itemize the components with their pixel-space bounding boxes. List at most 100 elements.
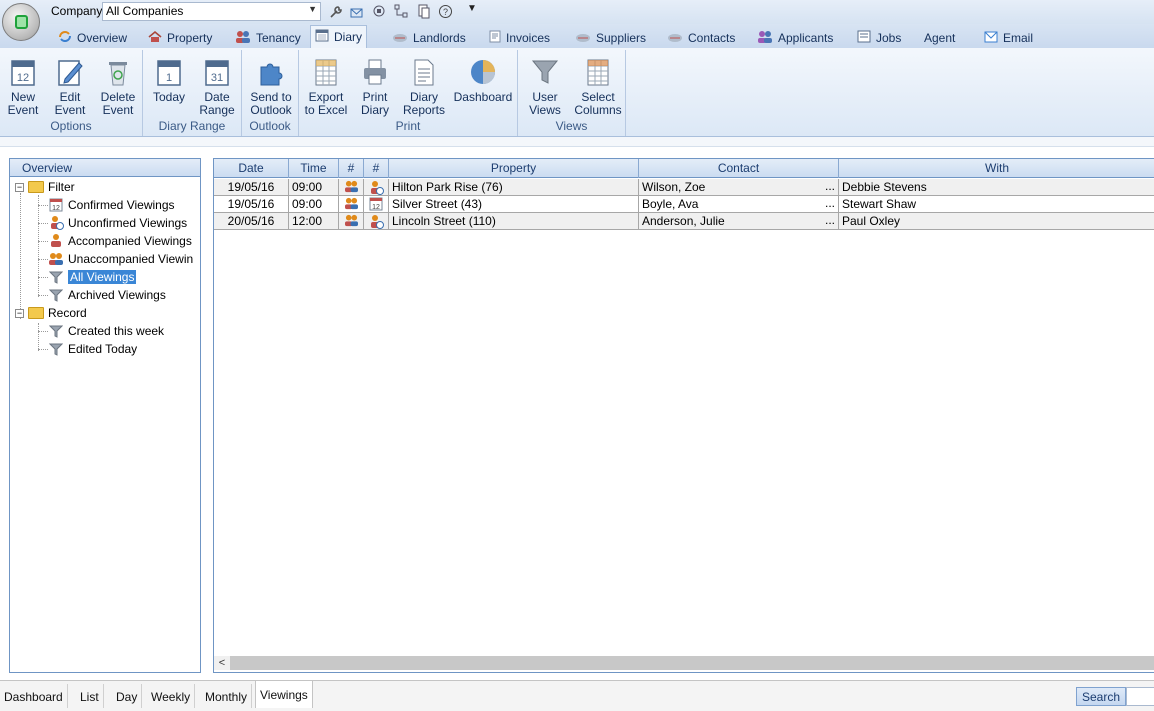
send-to-outlook-button[interactable]: Send to Outlook — [246, 52, 296, 117]
send-to-outlook-label-2: Outlook — [250, 103, 292, 117]
column-header-time[interactable]: Time — [289, 159, 339, 178]
puzzle-icon — [256, 56, 286, 88]
table-row[interactable]: 19/05/16 09:00 Hilton Park Rise (76) Wil… — [214, 179, 1154, 196]
funnel-icon — [48, 269, 64, 284]
cell-time: 09:00 — [289, 179, 339, 196]
tab-invoices[interactable]: Invoices — [485, 27, 554, 48]
tree-item-label: Unconfirmed Viewings — [68, 215, 188, 230]
select-columns-button[interactable]: Select Columns — [572, 52, 624, 117]
tab-jobs[interactable]: Jobs — [853, 27, 905, 48]
tree-item-unconfirmed-viewings[interactable]: Unconfirmed Viewings — [48, 215, 187, 230]
column-header-property[interactable]: Property — [389, 159, 639, 178]
tree-line — [38, 195, 39, 297]
wrench-icon[interactable] — [326, 3, 345, 20]
horizontal-scrollbar[interactable]: < — [214, 656, 1154, 670]
quick-access-bar: Company All Companies ▼ ? ▼ — [0, 0, 1154, 24]
tree-node-record[interactable]: − Record — [15, 306, 87, 320]
date-range-button[interactable]: 31 Date Range — [195, 52, 239, 117]
network-icon[interactable] — [392, 3, 411, 20]
edit-event-icon — [55, 56, 85, 88]
tab-applicants[interactable]: Applicants — [753, 27, 837, 48]
column-header-with[interactable]: With — [839, 159, 1154, 178]
tree-node-filter[interactable]: − Filter — [15, 180, 75, 194]
cell-contact-text: Boyle, Ava — [642, 197, 699, 211]
application-menu-button[interactable] — [2, 3, 40, 41]
svg-text:12: 12 — [372, 204, 380, 211]
collapse-icon[interactable]: − — [15, 308, 24, 318]
tab-overview[interactable]: Overview — [54, 27, 131, 48]
tab-weekly[interactable]: Weekly — [147, 684, 196, 708]
tab-list[interactable]: List — [76, 684, 104, 708]
table-row[interactable]: 19/05/16 09:00 12 Silver Street (43) Boy… — [214, 196, 1154, 213]
funnel-icon — [48, 323, 64, 338]
delete-event-label-2: Event — [102, 103, 134, 117]
search-input[interactable] — [1126, 687, 1154, 706]
tab-diary[interactable]: Diary — [310, 25, 368, 48]
tree-line — [38, 277, 48, 278]
table-row[interactable]: 20/05/16 12:00 Lincoln Street (110) Ande… — [214, 213, 1154, 230]
print-diary-button[interactable]: Print Diary — [352, 52, 398, 117]
ribbon-group-options: 12 New Event Edit Event Delete Event Opt… — [0, 50, 143, 136]
edit-event-label-2: Event — [54, 103, 86, 117]
column-header-icon2[interactable]: # — [364, 159, 389, 178]
grid-header: Date Time # # Property Contact With — [214, 159, 1154, 178]
company-select-value: All Companies — [106, 4, 184, 18]
more-button[interactable]: ... — [825, 213, 835, 227]
tab-tenancy[interactable]: Tenancy — [231, 27, 305, 48]
tab-label: Invoices — [506, 30, 551, 45]
tree-line — [38, 259, 48, 260]
email-settings-icon[interactable] — [348, 3, 367, 20]
more-button[interactable]: ... — [825, 179, 835, 193]
svg-text:1: 1 — [166, 72, 172, 84]
ribbon-separator — [0, 137, 1154, 147]
cell-time: 09:00 — [289, 196, 339, 213]
ribbon-group-views: User Views Select Columns Views — [518, 50, 626, 136]
column-header-icon1[interactable]: # — [339, 159, 364, 178]
scroll-left-icon[interactable]: < — [214, 656, 230, 670]
export-to-excel-button[interactable]: Export to Excel — [303, 52, 349, 117]
tab-monthly[interactable]: Monthly — [201, 684, 253, 708]
tree-item-accompanied-viewings[interactable]: Accompanied Viewings — [48, 233, 192, 248]
tab-suppliers[interactable]: Suppliers — [571, 27, 650, 48]
search-button[interactable]: Search — [1076, 687, 1126, 706]
tree-item-confirmed-viewings[interactable]: 12 Confirmed Viewings — [48, 197, 175, 212]
column-header-contact[interactable]: Contact — [639, 159, 839, 178]
tree-item-edited-today[interactable]: Edited Today — [48, 341, 137, 356]
column-header-date[interactable]: Date — [214, 159, 289, 178]
cell-property: Silver Street (43) — [389, 196, 639, 213]
tab-landlords[interactable]: Landlords — [388, 27, 470, 48]
tab-email[interactable]: Email — [980, 27, 1037, 48]
document-copy-icon[interactable] — [414, 3, 433, 20]
diary-reports-button[interactable]: Diary Reports — [401, 52, 447, 117]
tab-property[interactable]: Property — [144, 27, 216, 48]
today-button[interactable]: 1 Today — [147, 52, 191, 104]
user-views-button[interactable]: User Views — [522, 52, 568, 117]
tree-item-created-this-week[interactable]: Created this week — [48, 323, 164, 338]
more-button[interactable]: ... — [825, 196, 835, 210]
spreadsheet-icon — [311, 56, 341, 88]
customize-toolbar-icon[interactable]: ▼ — [467, 3, 477, 14]
tab-agent[interactable]: Agent — [920, 27, 959, 48]
tab-viewings[interactable]: Viewings — [255, 680, 313, 708]
tree-item-all-viewings[interactable]: All Viewings — [48, 269, 137, 284]
tab-label: Email — [1003, 30, 1034, 45]
tab-contacts[interactable]: Contacts — [663, 27, 739, 48]
tree-item-archived-viewings[interactable]: Archived Viewings — [48, 287, 166, 302]
hierarchy-icon[interactable] — [370, 3, 389, 20]
collapse-icon[interactable]: − — [15, 182, 24, 192]
new-event-button[interactable]: 12 New Event — [2, 52, 44, 117]
print-diary-label-2: Diary — [360, 103, 389, 117]
funnel-icon — [48, 287, 64, 302]
edit-event-button[interactable]: Edit Event — [48, 52, 92, 117]
dashboard-button[interactable]: Dashboard — [451, 52, 515, 104]
tree-line — [38, 349, 48, 350]
cell-with: Debbie Stevens — [842, 180, 927, 194]
delete-event-button[interactable]: Delete Event — [96, 52, 140, 117]
view-tab-bar: Dashboard List Day Weekly Monthly Viewin… — [0, 680, 1154, 711]
company-select[interactable]: All Companies ▼ — [102, 2, 321, 21]
user-views-label-2: Views — [529, 103, 561, 117]
tree-item-unaccompanied-viewings[interactable]: Unaccompanied Viewin — [48, 251, 193, 266]
tab-dashboard[interactable]: Dashboard — [0, 684, 68, 708]
help-icon[interactable]: ? — [436, 3, 455, 20]
tab-day[interactable]: Day — [112, 684, 143, 708]
